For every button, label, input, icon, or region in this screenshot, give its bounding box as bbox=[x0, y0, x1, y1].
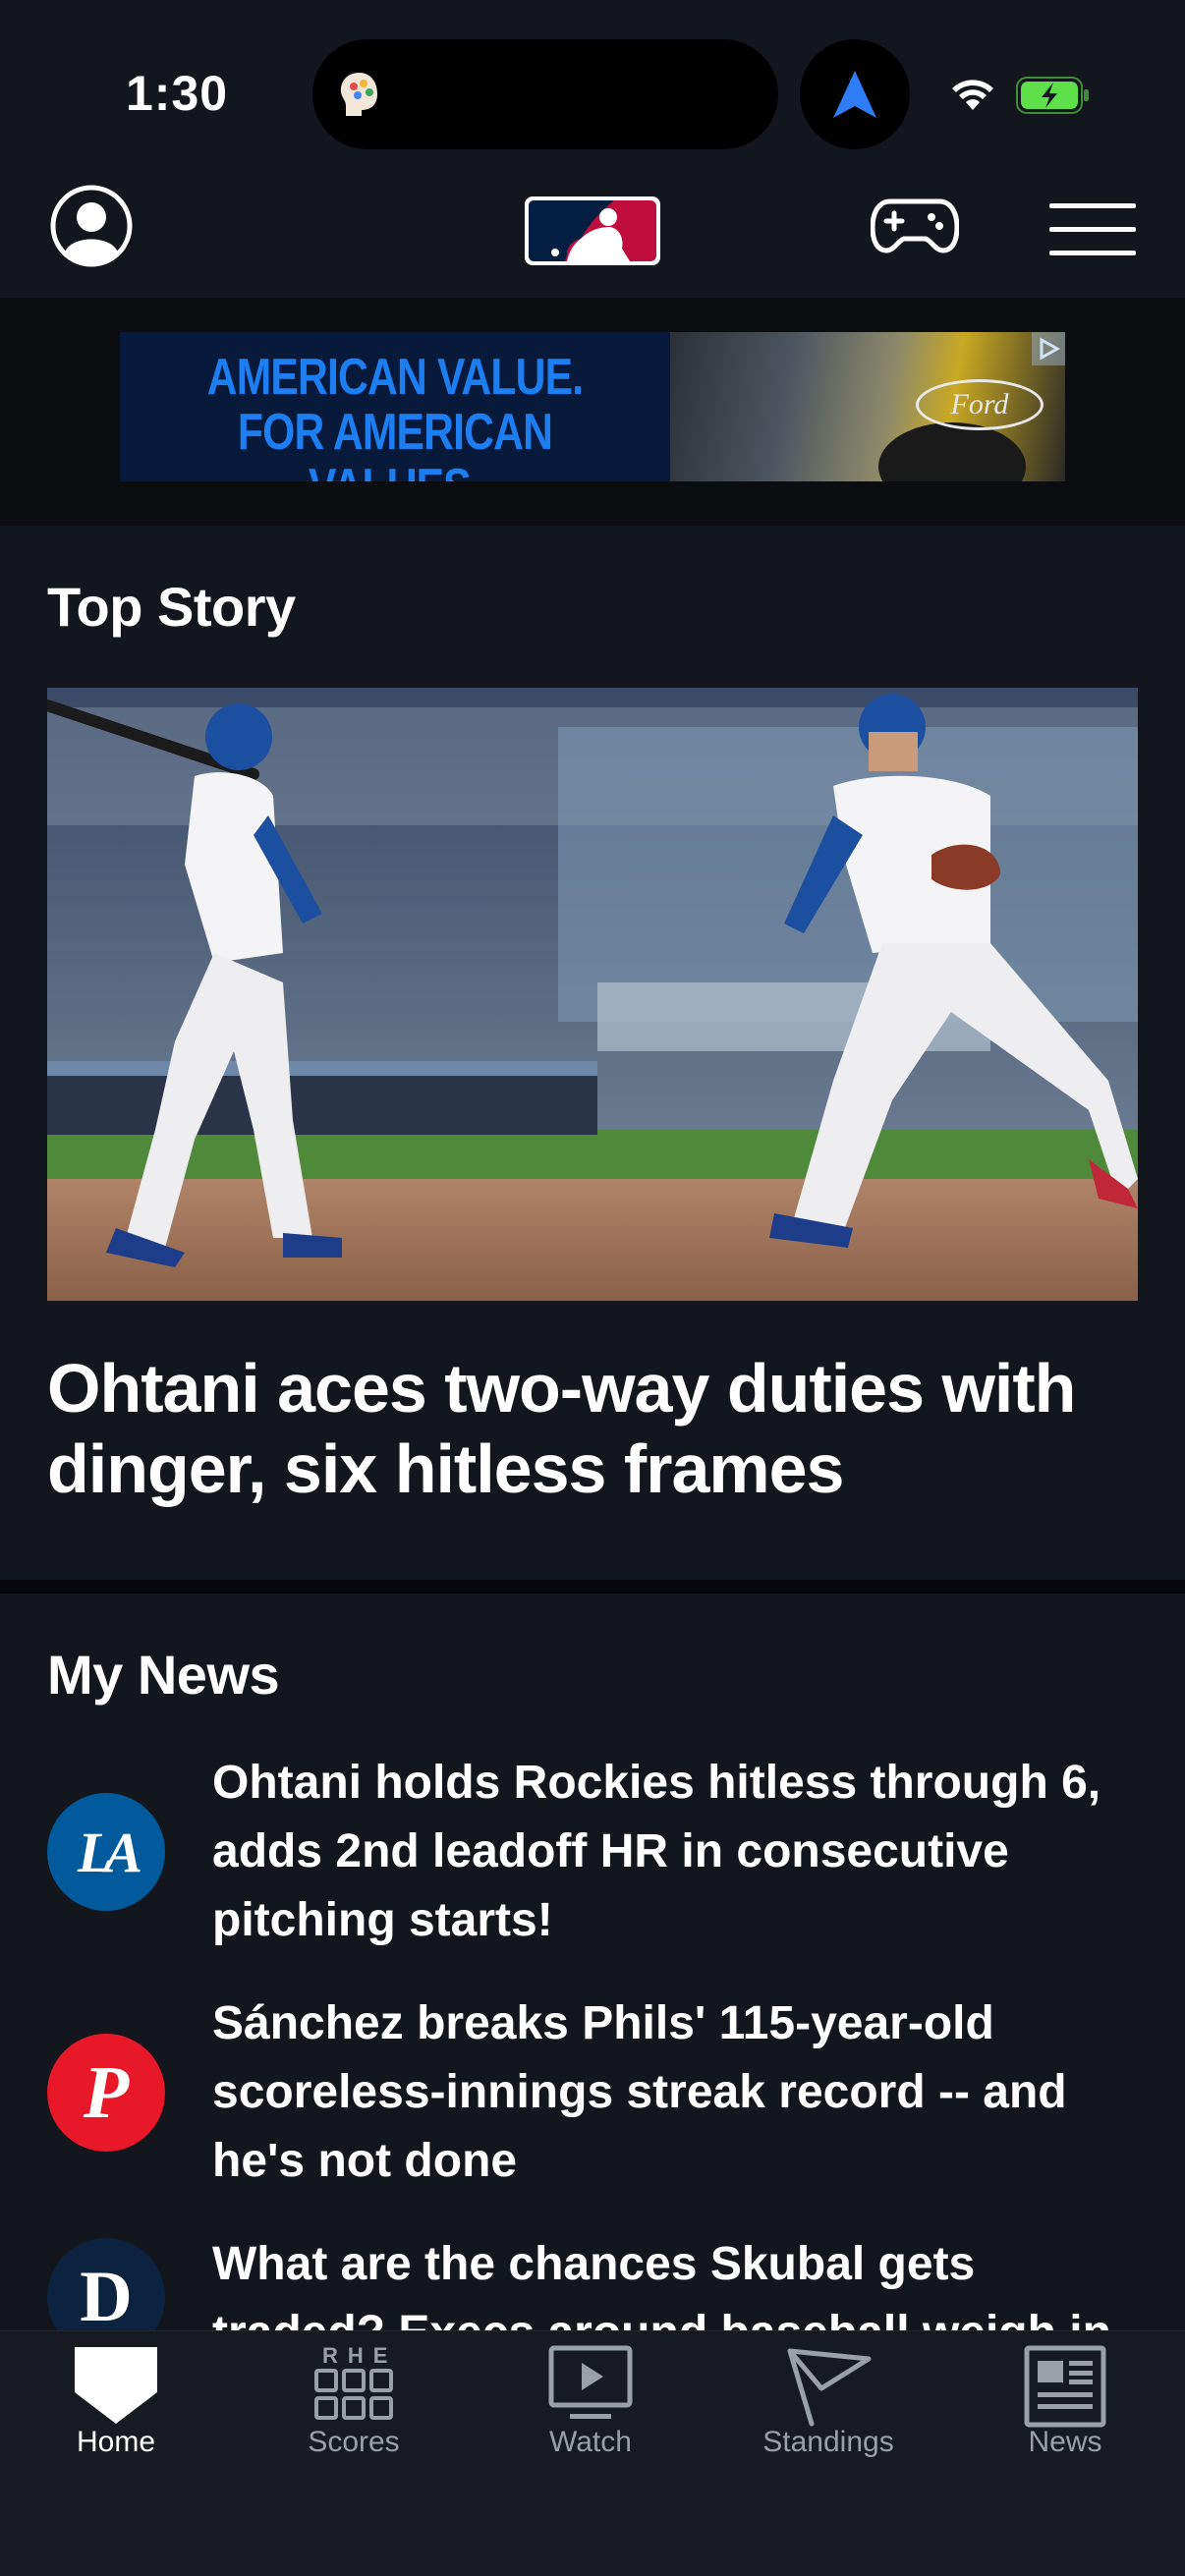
hamburger-menu-icon[interactable] bbox=[1049, 203, 1136, 256]
tab-watch[interactable]: Watch bbox=[492, 2331, 689, 2479]
tab-standings[interactable]: Standings bbox=[730, 2331, 927, 2479]
tab-home[interactable]: Home bbox=[18, 2331, 214, 2479]
mlb-app-screen: 1:30 AMERICAN VALUE. FOR AMERICAN Ford T… bbox=[0, 0, 1185, 2576]
tab-label: Scores bbox=[308, 2426, 400, 2458]
navigation-arrow-icon bbox=[833, 71, 876, 118]
games-controller-icon[interactable] bbox=[871, 194, 959, 256]
pennant-flag-icon bbox=[787, 2348, 872, 2427]
news-headline: Sánchez breaks Phils' 115-year-old score… bbox=[212, 1997, 1067, 2187]
ad-tire-shape bbox=[878, 422, 1026, 481]
status-time: 1:30 bbox=[126, 66, 229, 121]
tab-scores[interactable]: RHE Scores bbox=[255, 2331, 452, 2479]
tab-label: Standings bbox=[762, 2426, 894, 2458]
dynamic-island bbox=[312, 39, 778, 149]
top-story-image[interactable] bbox=[47, 688, 1138, 1301]
my-news-title: My News bbox=[47, 1644, 280, 1706]
assistant-app-icon bbox=[340, 73, 377, 116]
app-header bbox=[0, 172, 1185, 298]
top-story-title: Top Story bbox=[47, 576, 296, 638]
home-plate-icon bbox=[75, 2347, 157, 2424]
section-divider bbox=[0, 1580, 1185, 1594]
mlb-logo[interactable] bbox=[524, 196, 661, 266]
top-story-headline[interactable]: Ohtani aces two-way duties with dinger, … bbox=[47, 1348, 1138, 1509]
dodgers-logo: LA bbox=[47, 1793, 165, 1911]
tab-news[interactable]: News bbox=[967, 2331, 1163, 2479]
newspaper-icon bbox=[1024, 2345, 1106, 2428]
phillies-logo: P bbox=[47, 2034, 165, 2152]
ad-line-1: AMERICAN VALUE. bbox=[206, 349, 584, 406]
ad-strip: AMERICAN VALUE. FOR AMERICAN VALUES. For… bbox=[0, 298, 1185, 526]
navigation-island bbox=[800, 39, 910, 149]
profile-icon[interactable] bbox=[49, 184, 134, 268]
bottom-tab-bar: Home RHE Scores Watch Standings News bbox=[0, 2330, 1185, 2576]
adchoices-icon[interactable] bbox=[1032, 332, 1065, 365]
ad-copy: AMERICAN VALUE. FOR AMERICAN VALUES. bbox=[169, 350, 620, 481]
tab-label: News bbox=[1028, 2426, 1102, 2458]
wifi-icon bbox=[952, 80, 993, 110]
battery-charging-icon bbox=[1016, 77, 1089, 114]
news-headline: Ohtani holds Rockies hitless through 6, … bbox=[212, 1757, 1101, 1946]
scoreboard-rhe-icon: RHE bbox=[312, 2345, 395, 2422]
ad-photo: Ford bbox=[670, 332, 1065, 481]
ad-line-2: FOR AMERICAN VALUES. bbox=[237, 404, 553, 481]
tab-label: Watch bbox=[549, 2426, 632, 2458]
play-screen-icon bbox=[548, 2345, 633, 2419]
ford-logo: Ford bbox=[916, 379, 1044, 430]
status-bar: 1:30 bbox=[0, 0, 1185, 172]
tab-label: Home bbox=[76, 2426, 156, 2458]
ad-banner[interactable]: AMERICAN VALUE. FOR AMERICAN VALUES. For… bbox=[120, 332, 1065, 481]
